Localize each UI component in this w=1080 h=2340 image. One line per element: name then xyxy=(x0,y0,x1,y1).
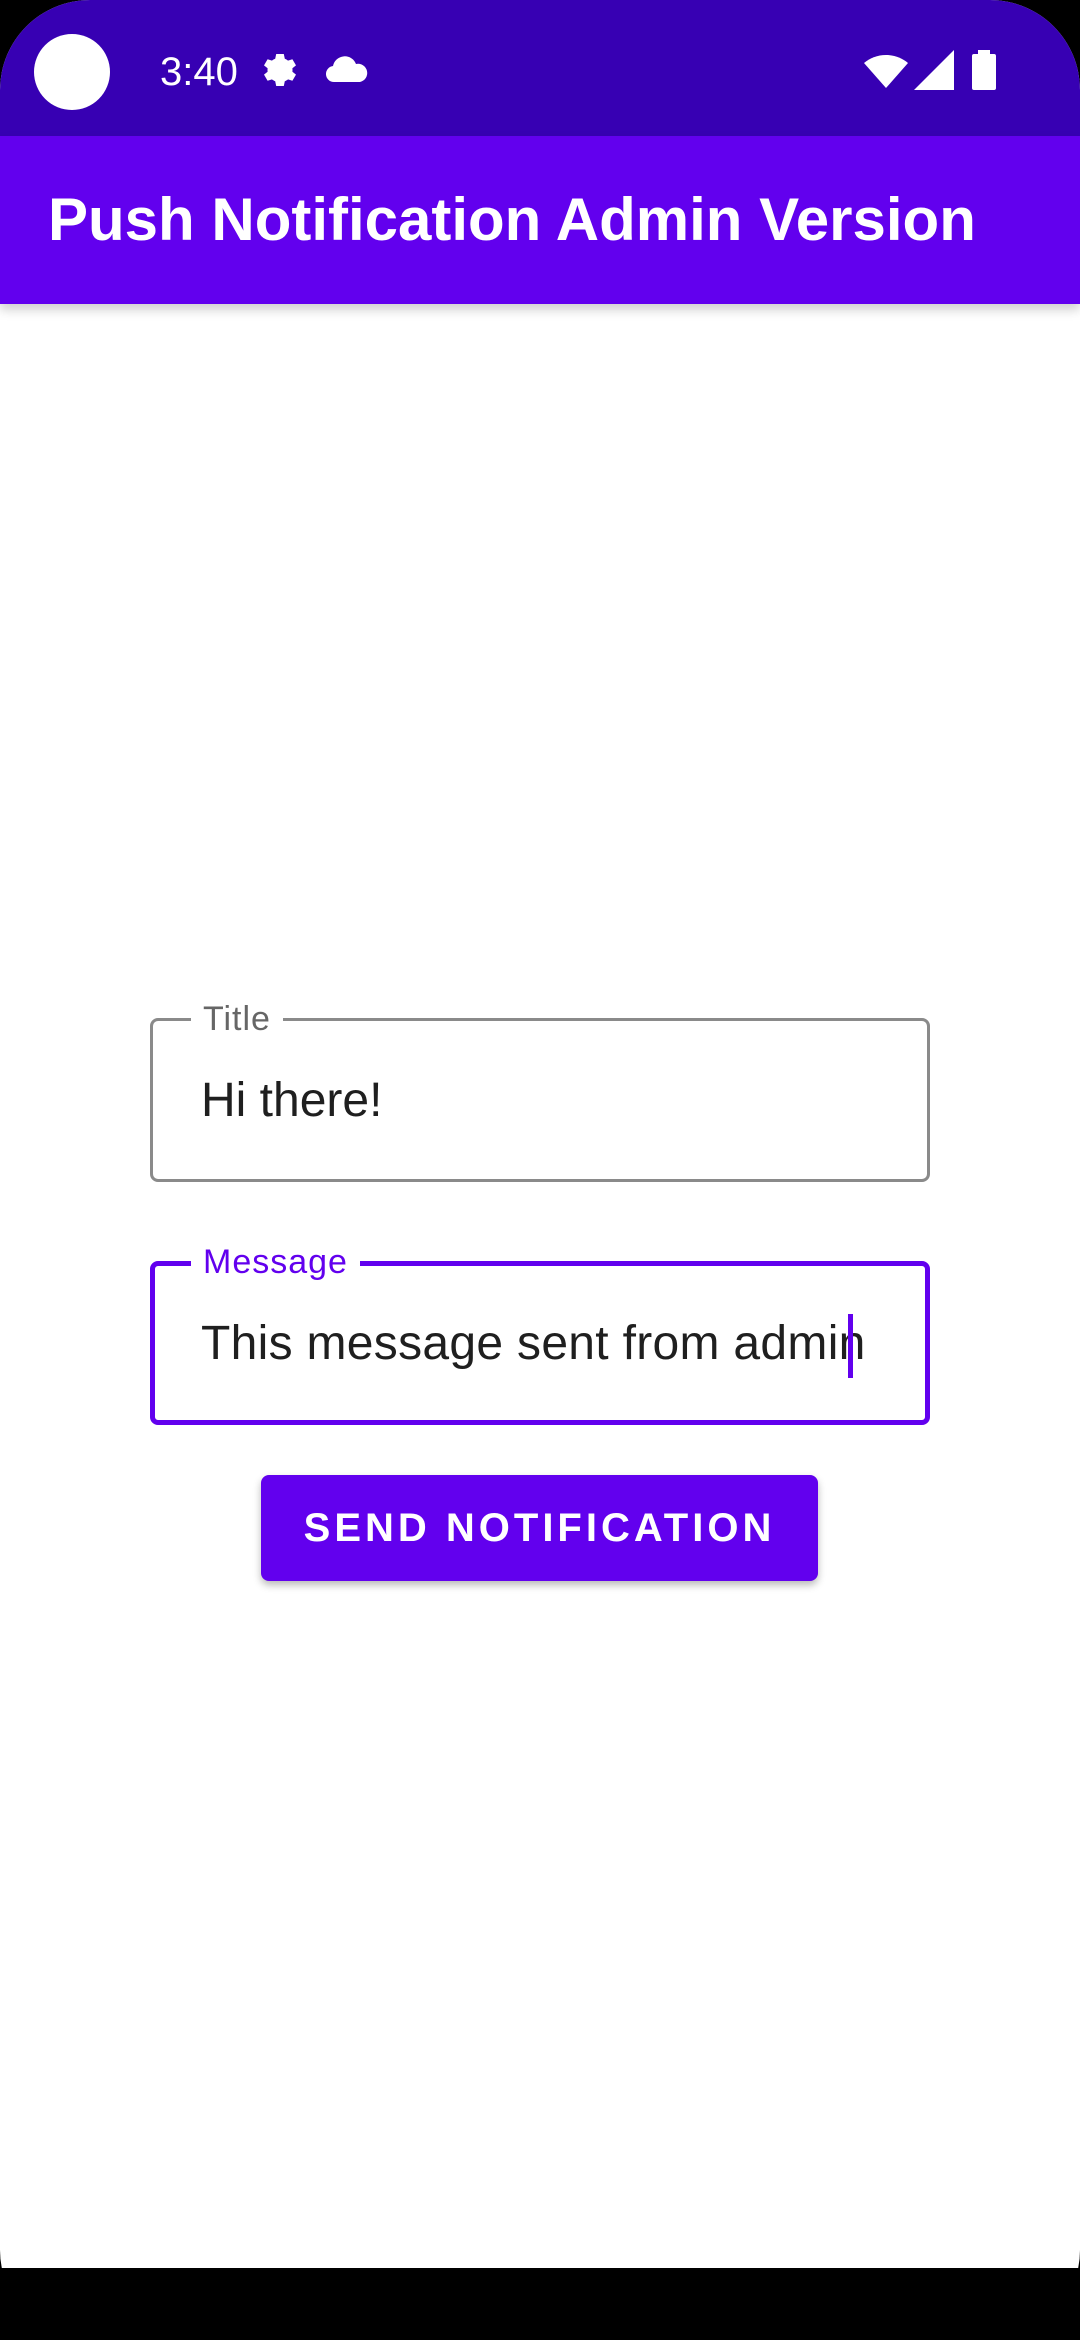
phone-screen: 3:40 Push Notification Admin Version Tit… xyxy=(0,0,1080,2340)
cloud-icon xyxy=(322,46,370,94)
message-field[interactable]: Message This message sent from admin xyxy=(150,1240,930,1425)
app-title: Push Notification Admin Version xyxy=(48,186,976,253)
title-field-value[interactable]: Hi there! xyxy=(201,1021,382,1179)
title-field[interactable]: Title Hi there! xyxy=(150,997,930,1182)
gesture-handle[interactable] xyxy=(378,2088,702,2100)
cellular-signal-icon xyxy=(910,46,958,94)
text-cursor xyxy=(848,1314,853,1378)
wifi-icon xyxy=(862,46,910,94)
status-time: 3:40 xyxy=(160,50,238,94)
battery-icon xyxy=(960,46,1008,94)
send-notification-button[interactable]: SEND NOTIFICATION xyxy=(261,1475,818,1581)
bottom-screen-edge xyxy=(0,2268,1080,2340)
app-bar: Push Notification Admin Version xyxy=(0,136,1080,304)
camera-cutout xyxy=(34,34,110,110)
status-bar: 3:40 xyxy=(0,0,1080,136)
message-field-value[interactable]: This message sent from admin xyxy=(201,1266,866,1420)
settings-gear-icon xyxy=(256,46,304,94)
